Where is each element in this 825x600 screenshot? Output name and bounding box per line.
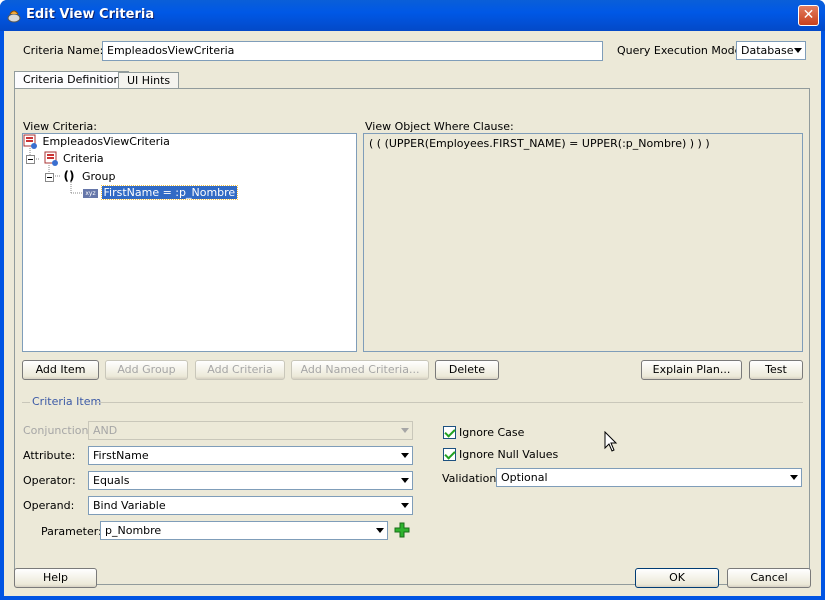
tree-item-label: EmpleadosViewCriteria bbox=[42, 135, 170, 148]
validation-select[interactable]: Optional bbox=[496, 468, 802, 487]
criteria-definition-panel: View Criteria: EmpleadosViewCriteria Cri… bbox=[14, 88, 810, 585]
mouse-cursor-icon bbox=[604, 431, 618, 452]
tree-item-view-criteria[interactable]: EmpleadosViewCriteria bbox=[23, 134, 170, 150]
parameter-value: p_Nombre bbox=[105, 524, 162, 537]
close-button[interactable]: ✕ bbox=[798, 5, 819, 26]
section-divider-left bbox=[22, 402, 30, 403]
criteria-item-section-label: Criteria Item bbox=[32, 395, 102, 408]
tab-ui-hints[interactable]: UI Hints bbox=[118, 72, 180, 89]
help-button[interactable]: Help bbox=[14, 568, 97, 588]
explain-plan-button[interactable]: Explain Plan... bbox=[641, 360, 742, 380]
close-icon: ✕ bbox=[802, 7, 815, 23]
add-group-button[interactable]: Add Group bbox=[105, 360, 188, 380]
chevron-down-icon bbox=[790, 475, 798, 480]
tree-item-criteria[interactable]: Criteria bbox=[26, 151, 104, 167]
delete-button[interactable]: Delete bbox=[435, 360, 499, 380]
attribute-icon: xyz bbox=[83, 188, 98, 198]
cancel-button[interactable]: Cancel bbox=[727, 568, 811, 588]
ignore-case-label: Ignore Case bbox=[459, 426, 525, 439]
operand-select[interactable]: Bind Variable bbox=[88, 496, 413, 515]
chevron-down-icon bbox=[401, 453, 409, 458]
add-criteria-button[interactable]: Add Criteria bbox=[195, 360, 285, 380]
operator-select[interactable]: Equals bbox=[88, 471, 413, 490]
collapse-icon bbox=[45, 172, 54, 182]
conjunction-value: AND bbox=[93, 424, 118, 437]
where-clause-text: ( ( (UPPER(Employees.FIRST_NAME) = UPPER… bbox=[369, 137, 710, 150]
section-divider bbox=[97, 402, 803, 403]
criteria-name-input[interactable]: EmpleadosViewCriteria bbox=[102, 41, 603, 61]
where-clause-label: View Object Where Clause: bbox=[365, 120, 514, 133]
collapse-icon bbox=[26, 154, 35, 164]
tree-item-group[interactable]: () Group bbox=[45, 168, 115, 184]
attribute-select[interactable]: FirstName bbox=[88, 446, 413, 465]
ignore-null-label: Ignore Null Values bbox=[459, 448, 559, 461]
validation-value: Optional bbox=[501, 471, 548, 484]
tree-item-firstname[interactable]: xyz FirstName = :p_Nombre bbox=[83, 185, 239, 201]
criteria-name-label: Criteria Name: bbox=[23, 44, 104, 57]
add-parameter-icon[interactable] bbox=[394, 522, 410, 538]
chevron-down-icon bbox=[401, 503, 409, 508]
query-mode-value: Database bbox=[741, 44, 794, 57]
conjunction-select[interactable]: AND bbox=[88, 421, 413, 440]
attribute-label: Attribute: bbox=[23, 449, 76, 462]
operator-label: Operator: bbox=[23, 474, 76, 487]
chevron-down-icon bbox=[376, 528, 384, 533]
tree-item-label: FirstName = :p_Nombre bbox=[100, 185, 239, 200]
where-clause-area[interactable]: ( ( (UPPER(Employees.FIRST_NAME) = UPPER… bbox=[363, 133, 803, 352]
dialog-window: Edit View Criteria ✕ Criteria Name: Empl… bbox=[0, 0, 825, 600]
view-criteria-tree[interactable]: EmpleadosViewCriteria Criteria () Group … bbox=[22, 133, 357, 352]
tree-item-label: Group bbox=[81, 170, 116, 183]
operand-label: Operand: bbox=[23, 499, 75, 512]
ignore-case-checkbox[interactable] bbox=[443, 426, 456, 439]
chevron-down-icon bbox=[401, 478, 409, 483]
view-criteria-label: View Criteria: bbox=[23, 120, 97, 133]
view-criteria-icon bbox=[23, 134, 37, 149]
chevron-down-icon bbox=[794, 48, 802, 53]
ignore-null-checkbox[interactable] bbox=[443, 448, 456, 461]
title-bar[interactable]: Edit View Criteria ✕ bbox=[0, 0, 825, 31]
group-icon: () bbox=[63, 169, 75, 183]
operand-value: Bind Variable bbox=[93, 499, 166, 512]
dialog-body: Criteria Name: EmpleadosViewCriteria Que… bbox=[4, 31, 821, 596]
query-mode-select[interactable]: Database bbox=[736, 41, 806, 60]
criteria-icon bbox=[44, 151, 58, 166]
attribute-value: FirstName bbox=[93, 449, 149, 462]
validation-label: Validation: bbox=[442, 472, 501, 485]
window-title: Edit View Criteria bbox=[26, 7, 155, 22]
test-button[interactable]: Test bbox=[749, 360, 803, 380]
add-named-criteria-button[interactable]: Add Named Criteria... bbox=[291, 360, 429, 380]
conjunction-label: Conjunction: bbox=[23, 424, 93, 437]
query-mode-label: Query Execution Mode: bbox=[617, 44, 746, 57]
chevron-down-icon bbox=[401, 428, 409, 433]
operator-value: Equals bbox=[93, 474, 130, 487]
parameter-select[interactable]: p_Nombre bbox=[100, 521, 388, 540]
parameter-label: Parameter: bbox=[41, 525, 102, 538]
app-icon bbox=[7, 10, 21, 23]
ok-button[interactable]: OK bbox=[635, 568, 719, 588]
tree-item-label: Criteria bbox=[63, 152, 104, 165]
add-item-button[interactable]: Add Item bbox=[22, 360, 99, 380]
